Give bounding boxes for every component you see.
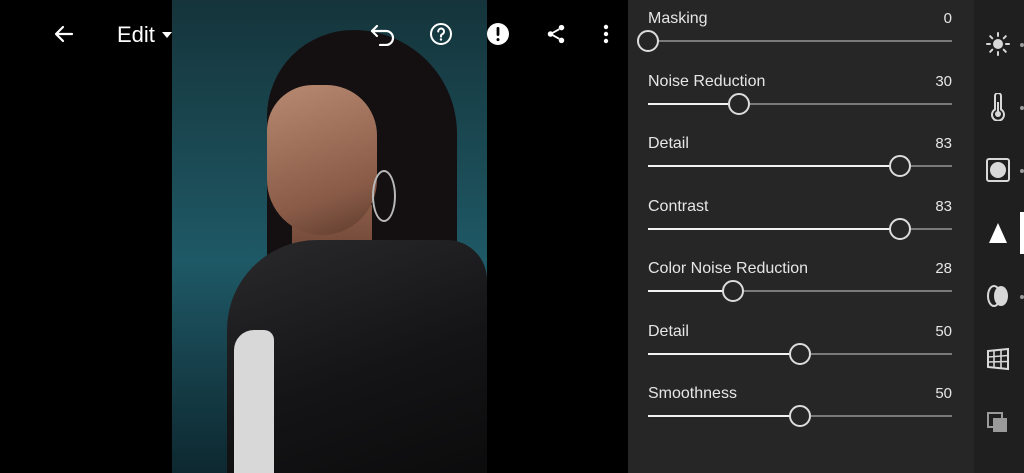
slider-smoothness[interactable]: Smoothness 50 [648,375,952,437]
optics-tool[interactable] [984,282,1012,310]
undo-icon [370,24,395,46]
light-tool[interactable] [984,30,1012,58]
share-button[interactable] [540,18,572,50]
slider-thumb[interactable] [889,218,912,240]
color-temperature-icon [991,93,1005,121]
photo-earring [372,170,396,222]
undo-button[interactable] [367,18,399,50]
back-arrow-icon [54,25,74,43]
slider-masking[interactable]: Masking 0 [637,0,952,62]
optics-lens-icon [987,285,1008,307]
slider-label: Masking [648,10,708,27]
photo-canvas[interactable]: Edit [0,0,628,473]
tool-dot [1020,43,1024,47]
slider-value: 0 [943,10,952,27]
slider-thumb[interactable] [722,280,745,302]
slider-fill [648,290,734,292]
slider-label: Smoothness [648,385,737,402]
detail-adjustments-panel: Masking 0 Noise Reduction 30 Detail 83 C… [628,0,974,473]
tool-dot [1020,106,1024,110]
slider-contrast[interactable]: Contrast 83 [648,188,952,250]
slider-label: Noise Reduction [648,73,766,90]
slider-color-detail[interactable]: Detail 50 [648,313,952,375]
effects-tool[interactable] [984,156,1012,184]
slider-label: Detail [648,323,689,340]
slider-thumb[interactable] [637,30,659,52]
edited-photo[interactable] [172,0,487,473]
photo-shirt [234,330,274,473]
color-tool[interactable] [984,93,1012,121]
geometry-tool[interactable] [984,345,1012,373]
slider-fill [648,228,901,230]
slider-fill [648,165,901,167]
slider-value: 83 [935,198,952,215]
more-vert-icon [603,24,609,44]
photo-face [267,85,377,235]
slider-thumb[interactable] [889,155,912,177]
dropdown-caret-icon [161,32,172,38]
tool-rail [974,0,1024,473]
alert-icon [487,23,509,45]
presets-tool[interactable] [984,409,1012,437]
help-button[interactable] [425,18,457,50]
help-icon [430,23,452,45]
slider-fill [648,103,740,105]
light-icon [986,32,1010,56]
slider-detail[interactable]: Detail 83 [648,125,952,187]
slider-fill [648,415,800,417]
share-icon [547,24,565,44]
edit-mode-label: Edit [117,22,155,47]
effects-vignette-icon [986,158,1010,182]
slider-thumb[interactable] [728,93,751,115]
detail-tool[interactable] [984,219,1012,247]
slider-value: 28 [935,260,952,277]
slider-label: Color Noise Reduction [648,260,809,277]
slider-value: 30 [935,73,952,90]
active-tool-indicator [1020,212,1024,254]
slider-value: 50 [935,323,952,340]
slider-value: 50 [935,385,952,402]
slider-label: Contrast [648,198,709,215]
slider-thumb[interactable] [789,405,811,427]
alert-button[interactable] [482,18,514,50]
presets-layers-icon [987,412,1007,432]
more-options-button[interactable] [590,18,622,50]
tool-dot [1020,295,1024,299]
slider-thumb[interactable] [789,343,811,365]
geometry-grid-icon [987,347,1009,371]
slider-track[interactable] [648,40,952,42]
back-button[interactable] [48,18,80,50]
slider-label: Detail [648,135,689,152]
detail-triangle-icon [989,223,1007,243]
slider-value: 83 [935,135,952,152]
edit-mode-dropdown[interactable]: Edit [117,20,173,50]
slider-fill [648,353,800,355]
slider-noise-reduction[interactable]: Noise Reduction 30 [648,63,952,125]
slider-color-noise-reduction[interactable]: Color Noise Reduction 28 [648,250,952,312]
tool-dot [1020,169,1024,173]
